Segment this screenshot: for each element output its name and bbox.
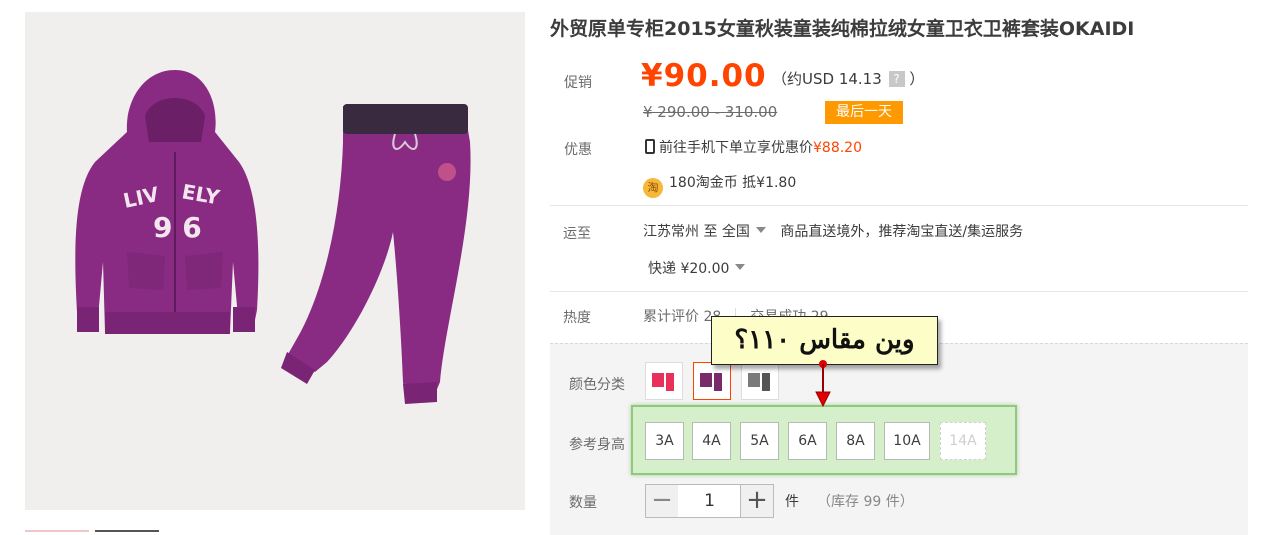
svg-text:9 6: 9 6 xyxy=(153,211,202,244)
quantity-unit: 件 xyxy=(785,494,799,510)
ship-to-label: 运至 xyxy=(563,226,591,242)
phone-icon xyxy=(645,139,655,154)
ship-destination: 全国 xyxy=(721,224,750,240)
product-title: 外贸原单专柜2015女童秋装童装纯棉拉绒女童卫衣卫裤套装OKAIDI xyxy=(550,18,1135,40)
last-day-badge: 最后一天 xyxy=(825,101,903,124)
taobao-coin-row: 淘 180淘金币 抵¥1.80 xyxy=(643,172,796,198)
chevron-down-icon xyxy=(735,264,746,270)
quantity-label: 数量 xyxy=(569,495,597,511)
quantity-input[interactable]: 1 xyxy=(678,484,741,518)
ship-from: 江苏常州 至 xyxy=(643,224,718,240)
ship-destination-select[interactable]: 全国 xyxy=(722,224,776,240)
mobile-promo[interactable]: 前往手机下单立享优惠价¥88.20 xyxy=(645,137,862,157)
usd-approx: （约USD 14.13 ? ） xyxy=(772,68,924,89)
chevron-down-icon xyxy=(755,227,766,233)
taobao-coin-icon: 淘 xyxy=(643,178,663,198)
promo-label: 促销 xyxy=(564,75,592,91)
help-icon[interactable]: ? xyxy=(888,71,905,87)
discount-label: 优惠 xyxy=(564,142,592,158)
ship-note: 商品直送境外，推荐淘宝直送/集运服务 xyxy=(780,224,1024,240)
mobile-promo-text: 前往手机下单立享优惠价 xyxy=(659,140,813,156)
annotation-arrow xyxy=(815,360,831,408)
color-label: 颜色分类 xyxy=(569,377,625,393)
divider xyxy=(550,291,1248,292)
color-swatch-pink[interactable] xyxy=(645,362,683,400)
heat-label: 热度 xyxy=(563,310,591,326)
original-price: ¥ 290.00 - 310.00 xyxy=(643,103,778,121)
thumbnail-1[interactable] xyxy=(25,530,89,535)
size-option-10a[interactable]: 10A xyxy=(884,422,930,460)
shipping-row: 江苏常州 至 全国 商品直送境外，推荐淘宝直送/集运服务 xyxy=(643,221,1023,241)
size-option-6a[interactable]: 6A xyxy=(788,422,827,460)
size-option-14a: 14A xyxy=(940,422,986,460)
size-option-4a[interactable]: 4A xyxy=(692,422,731,460)
stock-count: （库存 99 件） xyxy=(817,494,914,510)
size-option-8a[interactable]: 8A xyxy=(836,422,875,460)
express-select[interactable]: 快递 ¥20.00 xyxy=(648,258,755,278)
usd-approx-text: （约USD 14.13 xyxy=(772,70,882,88)
size-option-3a[interactable]: 3A xyxy=(645,422,684,460)
product-photo-illustration: LIV ELY 9 6 xyxy=(25,12,525,510)
color-swatch-grey[interactable] xyxy=(741,362,779,400)
review-count[interactable]: 累计评价 28 xyxy=(643,309,721,325)
swatch-thumbnail xyxy=(748,373,770,391)
current-price: ¥90.00 xyxy=(641,58,767,94)
quantity-decrease-button[interactable]: − xyxy=(645,484,679,518)
express-fee: 快递 ¥20.00 xyxy=(648,261,730,277)
coin-text: 180淘金币 抵¥1.80 xyxy=(669,175,797,191)
color-swatch-purple[interactable] xyxy=(693,362,731,400)
swatch-thumbnail xyxy=(652,373,674,391)
quantity-increase-button[interactable]: + xyxy=(740,484,774,518)
swatch-thumbnail xyxy=(700,373,722,391)
divider xyxy=(550,205,1248,206)
product-main-image: LIV ELY 9 6 xyxy=(25,12,525,510)
thumbnail-2[interactable] xyxy=(95,530,159,535)
size-option-5a[interactable]: 5A xyxy=(740,422,779,460)
usd-approx-close: ） xyxy=(909,70,925,88)
size-label: 参考身高 xyxy=(569,437,625,453)
mobile-promo-price: ¥88.20 xyxy=(813,140,862,156)
